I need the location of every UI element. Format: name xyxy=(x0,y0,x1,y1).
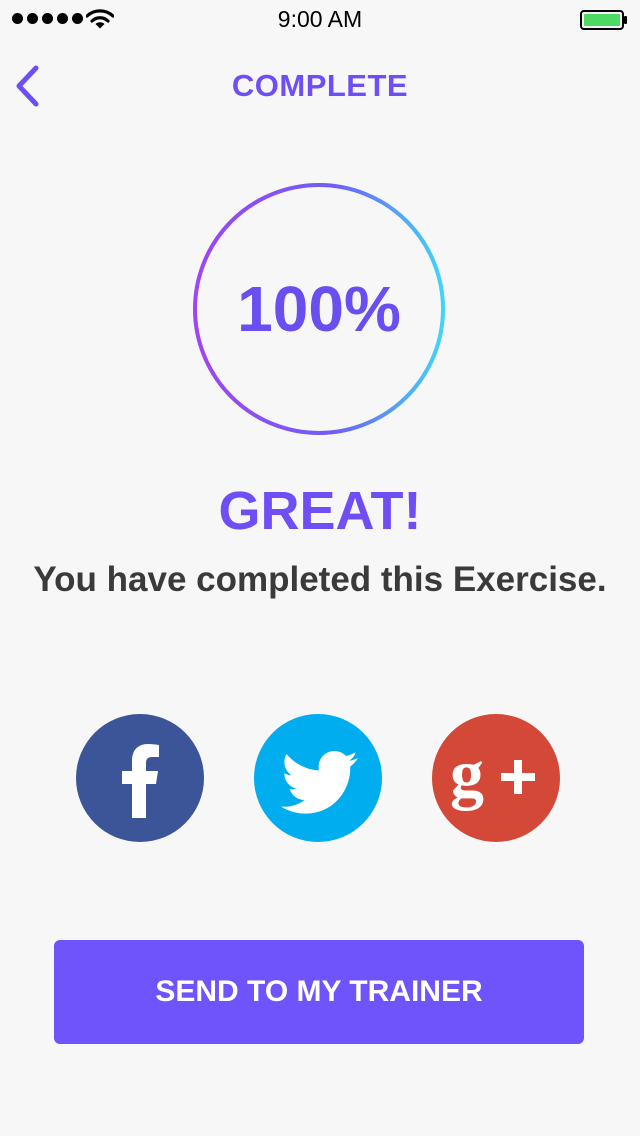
twitter-icon xyxy=(281,751,358,814)
battery-icon xyxy=(580,10,627,30)
page-title: COMPLETE xyxy=(231,68,409,103)
facebook-icon xyxy=(122,744,159,818)
status-time: 9:00 AM xyxy=(277,6,363,32)
status-bar: 9:00 AM xyxy=(0,0,640,40)
share-twitter-button[interactable] xyxy=(254,714,382,842)
svg-text:g: g xyxy=(450,735,484,811)
google-plus-icon: g xyxy=(450,735,535,811)
result-message: You have completed this Exercise. xyxy=(33,560,607,599)
share-google-plus-button[interactable]: g xyxy=(432,714,560,842)
nav-bar: COMPLETE xyxy=(0,40,640,130)
progress-percentage: 100% xyxy=(237,273,401,345)
result-headline: GREAT! xyxy=(218,481,422,541)
share-facebook-button[interactable] xyxy=(76,714,204,842)
send-to-trainer-button[interactable]: SEND TO MY TRAINER xyxy=(54,940,584,1044)
